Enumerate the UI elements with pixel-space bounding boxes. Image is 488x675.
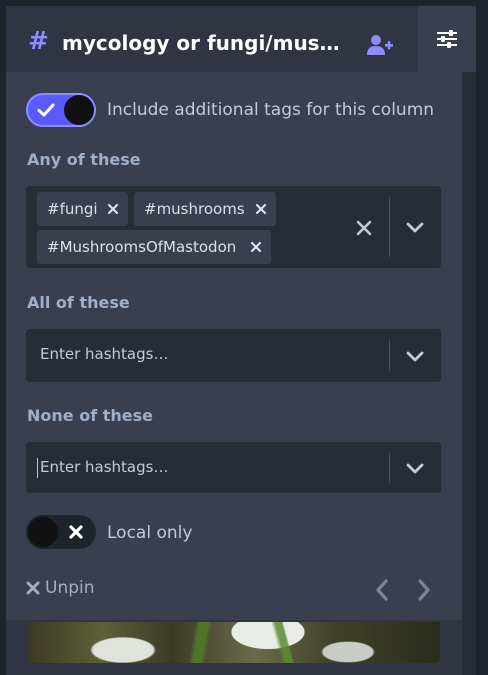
none-of-title: None of these — [27, 406, 153, 425]
all-of-title: All of these — [27, 293, 130, 312]
check-icon — [37, 103, 55, 117]
remove-tag-icon[interactable] — [255, 203, 267, 215]
toggle-knob — [28, 517, 58, 547]
user-plus-icon — [367, 35, 393, 55]
sliders-icon — [437, 30, 457, 48]
chevron-down-icon[interactable] — [404, 216, 426, 238]
all-of-placeholder: Enter hashtags… — [40, 345, 169, 363]
none-of-placeholder: Enter hashtags… — [40, 458, 169, 476]
none-of-input[interactable]: Enter hashtags… — [26, 442, 441, 493]
follow-hashtag-button[interactable] — [362, 30, 398, 60]
all-of-input[interactable]: Enter hashtags… — [26, 329, 441, 382]
tag-chip: #MushroomsOfMastodon — [37, 230, 271, 264]
clear-all-icon[interactable] — [354, 218, 374, 238]
text-cursor — [37, 458, 38, 478]
move-right-button[interactable] — [414, 578, 434, 602]
local-only-label: Local only — [107, 523, 193, 543]
unpin-button[interactable]: Unpin — [26, 576, 95, 600]
divider — [389, 340, 390, 371]
tag-label: #MushroomsOfMastodon — [47, 238, 237, 256]
x-icon — [69, 525, 83, 539]
remove-tag-icon[interactable] — [107, 203, 119, 215]
local-only-toggle[interactable] — [26, 515, 96, 549]
any-of-title: Any of these — [27, 150, 141, 169]
hashtag-icon: # — [28, 26, 49, 55]
tag-chip: #mushrooms — [134, 192, 276, 226]
column-title[interactable]: mycology or fungi/mushrooms — [62, 31, 346, 55]
any-of-input[interactable]: #fungi #mushrooms #MushroomsOfMastodon — [26, 186, 441, 268]
divider — [389, 197, 390, 257]
column-header: # mycology or fungi/mushrooms — [6, 6, 476, 72]
tag-label: #fungi — [47, 200, 98, 218]
divider — [389, 453, 390, 483]
column-settings-button[interactable] — [418, 6, 476, 72]
tag-chip: #fungi — [37, 192, 128, 226]
column-edge — [462, 72, 476, 675]
post-media-image[interactable] — [28, 622, 440, 663]
chevron-down-icon[interactable] — [404, 345, 426, 367]
toggle-knob — [64, 95, 94, 125]
x-icon — [26, 581, 40, 595]
move-left-button[interactable] — [372, 578, 392, 602]
chevron-down-icon[interactable] — [404, 457, 426, 479]
include-additional-tags-toggle[interactable] — [26, 93, 96, 127]
tag-label: #mushrooms — [144, 200, 245, 218]
unpin-label: Unpin — [45, 578, 95, 598]
include-additional-tags-label: Include additional tags for this column — [107, 100, 435, 120]
remove-tag-icon[interactable] — [250, 241, 262, 253]
app-root: # mycology or fungi/mushrooms Incl — [0, 0, 488, 675]
